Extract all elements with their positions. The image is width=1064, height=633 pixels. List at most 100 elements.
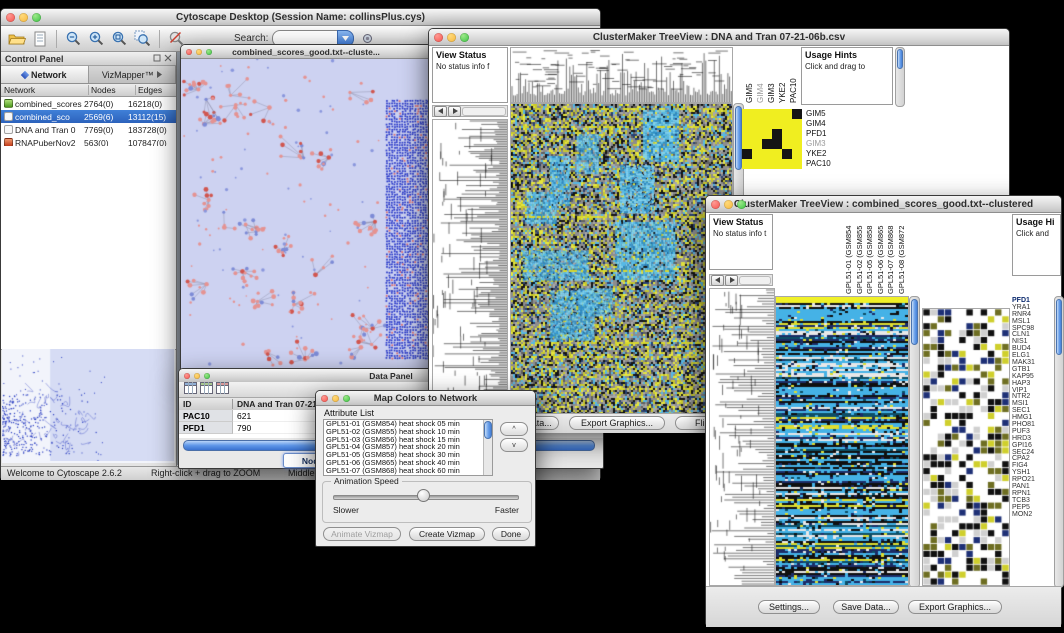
matrix-cell[interactable] <box>752 159 762 169</box>
array-label[interactable]: GIM3 <box>767 47 778 103</box>
scrollbar-thumb[interactable] <box>911 299 918 345</box>
treeview-button-save-data[interactable]: Save Data... <box>833 600 899 614</box>
close-panel-icon[interactable] <box>164 54 172 64</box>
matrix-gene-label[interactable]: GIM4 <box>806 119 831 129</box>
matrix-cell[interactable] <box>792 139 802 149</box>
zoom-in-icon[interactable] <box>87 29 106 48</box>
matrix-cell[interactable] <box>782 139 792 149</box>
attribute-list[interactable]: GPL51-01 (GSM854) heat shock 05 minGPL51… <box>323 419 493 476</box>
animate-vizmap-button[interactable]: Animate Vizmap <box>323 527 401 541</box>
matrix-cell[interactable] <box>742 129 752 139</box>
close-icon[interactable] <box>321 395 328 402</box>
array-label[interactable]: GPL51-02 (GSM855 <box>855 214 866 294</box>
scrollbar-track[interactable] <box>739 276 771 285</box>
create-attribute-icon[interactable] <box>200 381 213 399</box>
matrix-cell[interactable] <box>752 119 762 129</box>
minimize-icon[interactable] <box>194 373 200 379</box>
matrix-cell[interactable] <box>772 159 782 169</box>
zoom-heatmap-canvas[interactable] <box>923 309 1009 585</box>
gene-scrollbar[interactable] <box>1054 296 1064 588</box>
matrix-cell[interactable] <box>742 119 752 129</box>
matrix-cell[interactable] <box>742 159 752 169</box>
correlation-matrix[interactable] <box>742 109 802 169</box>
minimize-icon[interactable] <box>332 395 339 402</box>
zoom-window-icon[interactable] <box>460 33 469 42</box>
minimize-icon[interactable] <box>724 200 733 209</box>
global-heatmap-canvas[interactable] <box>776 297 908 585</box>
hints-scrollbar[interactable] <box>895 47 905 107</box>
matrix-cell[interactable] <box>762 119 772 129</box>
zoom-window-icon[interactable] <box>343 395 350 402</box>
matrix-cell[interactable] <box>792 119 802 129</box>
birdseye-canvas[interactable] <box>2 349 174 461</box>
close-icon[interactable] <box>6 13 15 22</box>
column-id[interactable]: ID <box>179 399 233 409</box>
minimize-icon[interactable] <box>19 13 28 22</box>
main-titlebar[interactable]: Cytoscape Desktop (Session Name: collins… <box>1 9 600 26</box>
network-table-header[interactable]: Network Nodes Edges <box>1 84 176 97</box>
matrix-cell[interactable] <box>772 139 782 149</box>
scrollbar-thumb[interactable] <box>897 49 903 69</box>
matrix-cell[interactable] <box>782 119 792 129</box>
tab-vizmapper[interactable]: VizMapper™ <box>89 66 177 83</box>
matrix-cell[interactable] <box>762 109 772 119</box>
matrix-cell[interactable] <box>752 139 762 149</box>
matrix-cell[interactable] <box>772 149 782 159</box>
array-label[interactable]: GPL51-07 (GSM868 <box>886 214 897 294</box>
minimize-icon[interactable] <box>447 33 456 42</box>
zoom-fit-icon[interactable] <box>110 29 129 48</box>
matrix-gene-label[interactable]: GIM3 <box>806 139 831 149</box>
zoom-window-icon[interactable] <box>737 200 746 209</box>
matrix-cell[interactable] <box>772 129 782 139</box>
matrix-cell[interactable] <box>792 109 802 119</box>
matrix-cell[interactable] <box>772 109 782 119</box>
matrix-cell[interactable] <box>772 119 782 129</box>
matrix-cell[interactable] <box>742 139 752 149</box>
list-scrollbar[interactable] <box>483 420 492 475</box>
matrix-cell[interactable] <box>762 139 772 149</box>
scrollbar-thumb[interactable] <box>1056 299 1062 355</box>
dialog-titlebar[interactable]: Map Colors to Network <box>316 391 535 406</box>
heatmap-canvas[interactable] <box>511 104 732 413</box>
scrollbar-thumb[interactable] <box>484 421 492 439</box>
matrix-cell[interactable] <box>792 149 802 159</box>
zoom-window-icon[interactable] <box>204 373 210 379</box>
matrix-cell[interactable] <box>782 109 792 119</box>
close-icon[interactable] <box>711 200 720 209</box>
row-dendrogram[interactable] <box>432 119 508 414</box>
speed-slider-thumb[interactable] <box>417 489 430 502</box>
minimize-icon[interactable] <box>196 49 202 55</box>
matrix-cell[interactable] <box>742 109 752 119</box>
zoom-selected-icon[interactable] <box>133 29 152 48</box>
row-dendrogram[interactable] <box>709 288 775 586</box>
matrix-gene-label[interactable]: PAC10 <box>806 159 831 169</box>
matrix-gene-label[interactable]: PFD1 <box>806 129 831 139</box>
treeview-combined-titlebar[interactable]: ClusterMaker TreeView : combined_scores_… <box>706 196 1061 213</box>
birdseye-view[interactable] <box>2 349 175 463</box>
attribute-list-item[interactable]: GPL51-07 (GSM868) heat shock 60 min <box>324 467 492 475</box>
matrix-cell[interactable] <box>752 149 762 159</box>
matrix-cell[interactable] <box>742 149 752 159</box>
heatmap-view[interactable] <box>510 103 733 414</box>
treeview-button-export-graphics[interactable]: Export Graphics... <box>908 600 1002 614</box>
select-attributes-icon[interactable] <box>184 381 197 399</box>
column-network[interactable]: Network <box>1 85 89 95</box>
array-label[interactable]: GPL51-08 (GSM872 <box>897 214 908 294</box>
row-dendrogram-canvas[interactable] <box>710 289 774 585</box>
tab-network[interactable]: Network <box>1 66 89 83</box>
delete-attribute-icon[interactable] <box>216 381 229 399</box>
scrollbar-thumb[interactable] <box>735 106 742 170</box>
array-label[interactable]: GPL51-05 (GSM858 <box>865 214 876 294</box>
column-dendrogram[interactable] <box>510 47 733 103</box>
close-icon[interactable] <box>184 373 190 379</box>
create-vizmap-button[interactable]: Create Vizmap <box>409 527 485 541</box>
scroll-left-button[interactable] <box>434 106 447 117</box>
network-list-row[interactable]: DNA and Tran 07769(0)183728(0) <box>1 123 176 136</box>
matrix-cell[interactable] <box>762 129 772 139</box>
array-label[interactable]: GPL51-01 (GSM854 <box>844 214 855 294</box>
float-panel-icon[interactable] <box>153 54 161 64</box>
move-down-button[interactable]: v <box>500 438 528 452</box>
done-button[interactable]: Done <box>492 527 530 541</box>
zoom-out-icon[interactable] <box>64 29 83 48</box>
gene-label[interactable]: MON2 <box>1012 512 1054 519</box>
